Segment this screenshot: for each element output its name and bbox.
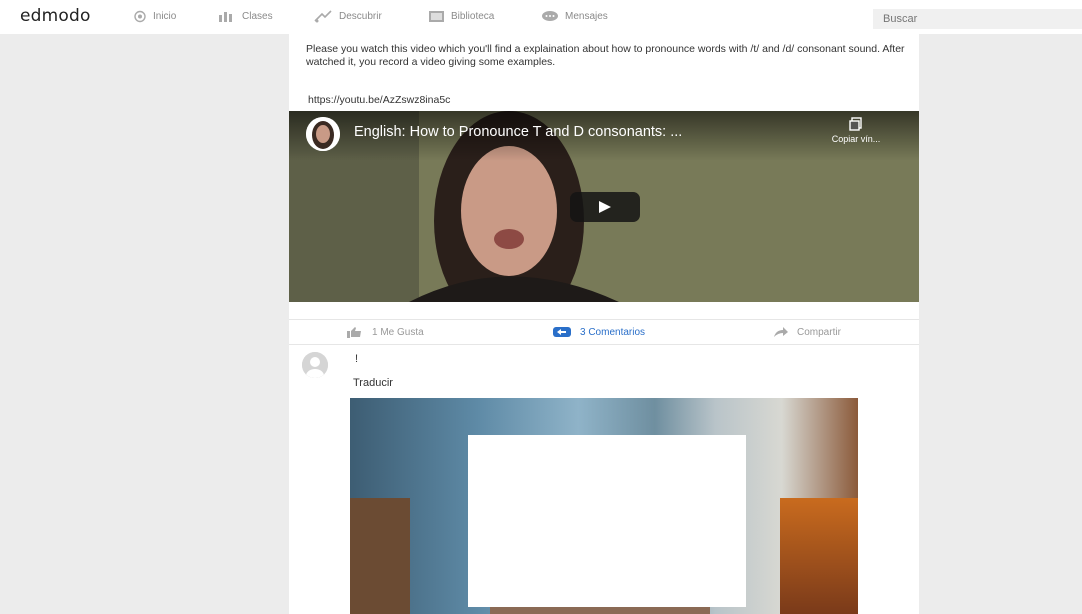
edmodo-logo[interactable]: edmodo xyxy=(20,6,91,26)
nav-label-biblioteca: Biblioteca xyxy=(451,11,495,22)
comment-item: ! Traducir xyxy=(289,344,919,614)
commenter-avatar[interactable] xyxy=(302,352,328,378)
share-label: Compartir xyxy=(797,326,841,338)
left-sidebar xyxy=(8,34,289,614)
like-button[interactable]: 1 Me Gusta xyxy=(346,326,424,338)
share-button[interactable]: Compartir xyxy=(773,326,841,338)
translate-link[interactable]: Traducir xyxy=(353,377,393,389)
right-sidebar xyxy=(919,34,1082,614)
messages-icon xyxy=(542,11,558,21)
background-sunset-painting xyxy=(780,498,858,614)
post-link[interactable]: https://youtu.be/AzZswz8ina5c xyxy=(308,94,450,106)
post-card: Please you watch this video which you'll… xyxy=(289,34,919,614)
nav-label-inicio: Inicio xyxy=(153,11,177,22)
background-painting xyxy=(350,498,410,614)
commenter-name[interactable]: ! xyxy=(355,353,358,365)
nav-item-inicio[interactable]: Inicio xyxy=(133,10,176,23)
discover-icon xyxy=(314,10,332,23)
copy-link-button[interactable]: Copiar vín... xyxy=(811,117,901,144)
nav-item-biblioteca[interactable]: Biblioteca xyxy=(428,10,494,23)
comment-count-label: 3 Comentarios xyxy=(580,327,646,338)
thumbs-up-icon xyxy=(347,327,361,338)
nav-item-mensajes[interactable]: Mensajes xyxy=(541,10,608,23)
video-player[interactable]: English: How to Pronounce T and D conson… xyxy=(289,111,919,302)
home-icon xyxy=(134,10,146,23)
comment-attachment-image[interactable] xyxy=(350,398,858,614)
post-body-text: Please you watch this video which you'll… xyxy=(306,43,905,68)
share-icon xyxy=(774,327,788,337)
default-avatar-icon xyxy=(302,352,328,378)
channel-avatar[interactable] xyxy=(306,117,340,151)
comments-button[interactable]: 3 Comentarios xyxy=(552,326,645,339)
classes-icon xyxy=(219,12,232,22)
video-title[interactable]: English: How to Pronounce T and D conson… xyxy=(354,124,682,140)
like-count-label: 1 Me Gusta xyxy=(372,326,424,338)
top-navigation-bar: edmodo Inicio Clases Descubrir Bibliotec… xyxy=(0,0,1082,34)
copy-icon xyxy=(849,117,862,131)
nav-label-mensajes: Mensajes xyxy=(565,11,608,22)
comment-icon xyxy=(553,327,571,337)
post-actions-bar: 1 Me Gusta 3 Comentarios Compartir xyxy=(289,319,919,345)
library-icon xyxy=(429,11,444,22)
channel-avatar-image xyxy=(306,117,340,151)
nav-label-descubrir: Descubrir xyxy=(339,11,382,22)
search-input[interactable] xyxy=(873,9,1082,29)
play-button[interactable] xyxy=(570,192,640,222)
nav-item-clases[interactable]: Clases xyxy=(218,10,273,23)
nav-label-clases: Clases xyxy=(242,11,273,22)
redacted-area xyxy=(468,435,746,607)
copy-link-label: Copiar vín... xyxy=(831,134,881,144)
nav-item-descubrir[interactable]: Descubrir xyxy=(313,10,382,23)
